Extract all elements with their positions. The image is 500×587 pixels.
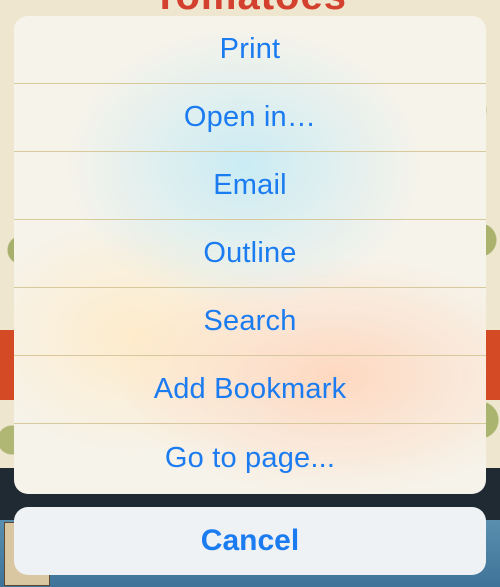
cancel-button[interactable]: Cancel	[14, 507, 486, 575]
open-in-button[interactable]: Open in…	[14, 84, 486, 152]
add-bookmark-button[interactable]: Add Bookmark	[14, 356, 486, 424]
go-to-page-button[interactable]: Go to page...	[14, 424, 486, 492]
search-button[interactable]: Search	[14, 288, 486, 356]
email-button[interactable]: Email	[14, 152, 486, 220]
action-sheet: Print Open in… Email Outline Search Add …	[14, 16, 486, 494]
print-button[interactable]: Print	[14, 16, 486, 84]
outline-button[interactable]: Outline	[14, 220, 486, 288]
